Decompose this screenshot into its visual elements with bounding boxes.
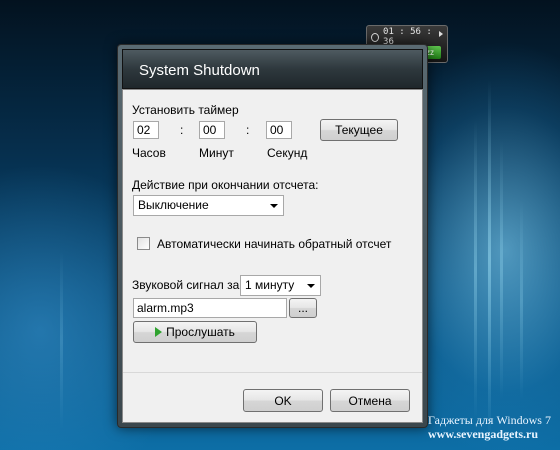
play-sound-button[interactable]: Прослушать — [133, 321, 257, 343]
light-streak — [500, 140, 503, 400]
watermark-line1: Гаджеты для Windows 7 — [428, 413, 551, 427]
dialog-title: System Shutdown — [139, 62, 260, 79]
watermark-line2: www.sevengadgets.ru — [428, 427, 538, 441]
system-shutdown-dialog: System Shutdown Установить таймер 02 : 0… — [117, 44, 428, 428]
action-select-value: Выключение — [138, 198, 209, 212]
hours-label: Часов — [132, 146, 166, 160]
action-label: Действие при окончании отсчета: — [132, 178, 319, 192]
current-time-button[interactable]: Текущее — [320, 119, 398, 141]
seconds-label: Секунд — [267, 146, 308, 160]
timer-label: Установить таймер — [132, 103, 239, 117]
light-streak — [60, 250, 63, 430]
play-sound-label: Прослушать — [166, 325, 235, 339]
light-streak — [520, 200, 523, 400]
expand-arrow-icon[interactable] — [439, 31, 443, 37]
play-icon — [155, 327, 163, 337]
minutes-input[interactable]: 00 — [199, 121, 225, 139]
ok-button[interactable]: OK — [243, 389, 323, 412]
light-streak — [474, 120, 477, 420]
sound-interval-select[interactable]: 1 минуту — [240, 275, 321, 296]
light-streak — [488, 80, 491, 440]
time-separator: : — [180, 123, 184, 137]
minutes-label: Минут — [199, 146, 234, 160]
chevron-down-icon — [307, 284, 315, 288]
browse-button[interactable]: ... — [289, 298, 317, 318]
sound-label: Звуковой сигнал за — [132, 278, 240, 292]
clock-icon — [371, 32, 380, 42]
sound-interval-value: 1 минуту — [245, 278, 295, 292]
title-bar: System Shutdown — [122, 49, 423, 89]
autostart-checkbox[interactable] — [137, 237, 150, 250]
seconds-input[interactable]: 00 — [266, 121, 292, 139]
cancel-button[interactable]: Отмена — [330, 389, 410, 412]
action-select[interactable]: Выключение — [133, 195, 284, 216]
dialog-footer: OK Отмена — [123, 372, 422, 422]
chevron-down-icon — [270, 204, 278, 208]
time-separator: : — [246, 123, 250, 137]
dialog-body: Установить таймер 02 : 00 : 00 Текущее Ч… — [122, 89, 423, 423]
sound-file-input[interactable]: alarm.mp3 — [133, 298, 287, 318]
hours-input[interactable]: 02 — [133, 121, 159, 139]
gadget-time-display: 01 : 56 : 36 — [371, 27, 439, 47]
autostart-label: Автоматически начинать обратный отсчет — [157, 237, 392, 251]
